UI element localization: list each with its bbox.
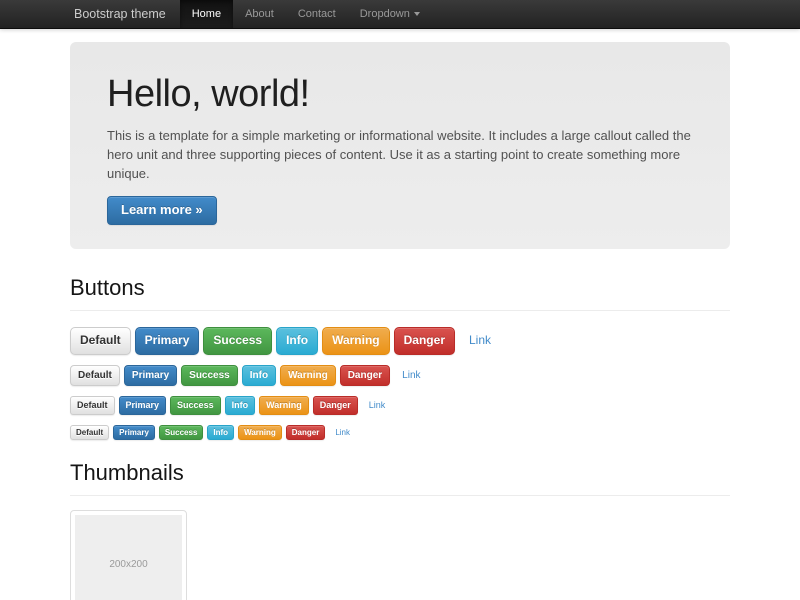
danger-button-large[interactable]: Danger xyxy=(394,327,455,355)
primary-button-xs[interactable]: Primary xyxy=(113,425,155,440)
primary-button-large[interactable]: Primary xyxy=(135,327,200,355)
button-row-large: Default Primary Success Info Warning Dan… xyxy=(70,327,730,355)
button-row-small: Default Primary Success Info Warning Dan… xyxy=(70,396,730,414)
thumbnails-section-heading: Thumbnails xyxy=(70,460,730,496)
info-button-xs[interactable]: Info xyxy=(207,425,234,440)
warning-button-default[interactable]: Warning xyxy=(280,365,336,387)
link-button-large[interactable]: Link xyxy=(459,327,501,355)
warning-button-xs[interactable]: Warning xyxy=(238,425,282,440)
hero-description: This is a template for a simple marketin… xyxy=(107,126,693,183)
hero-title: Hello, world! xyxy=(107,72,693,116)
buttons-section-heading: Buttons xyxy=(70,275,730,311)
nav-item-home[interactable]: Home xyxy=(180,0,233,28)
primary-button-small[interactable]: Primary xyxy=(119,396,167,414)
nav-item-contact[interactable]: Contact xyxy=(286,0,348,28)
success-button-large[interactable]: Success xyxy=(203,327,272,355)
success-button-xs[interactable]: Success xyxy=(159,425,203,440)
warning-button-large[interactable]: Warning xyxy=(322,327,390,355)
default-button-xs[interactable]: Default xyxy=(70,425,109,440)
hero-unit: Hello, world! This is a template for a s… xyxy=(70,42,730,249)
link-button-xs[interactable]: Link xyxy=(329,425,356,440)
button-row-extra-small: Default Primary Success Info Warning Dan… xyxy=(70,425,730,440)
navbar-inner: Bootstrap theme Home About Contact Dropd… xyxy=(70,0,730,28)
danger-button-xs[interactable]: Danger xyxy=(286,425,326,440)
default-button-large[interactable]: Default xyxy=(70,327,131,355)
navbar-brand[interactable]: Bootstrap theme xyxy=(70,0,170,28)
danger-button-small[interactable]: Danger xyxy=(313,396,358,414)
nav-item-dropdown[interactable]: Dropdown xyxy=(348,0,432,28)
success-button-default[interactable]: Success xyxy=(181,365,238,387)
navbar: Bootstrap theme Home About Contact Dropd… xyxy=(0,0,800,29)
warning-button-small[interactable]: Warning xyxy=(259,396,309,414)
button-row-default: Default Primary Success Info Warning Dan… xyxy=(70,365,730,387)
success-button-small[interactable]: Success xyxy=(170,396,221,414)
danger-button-default[interactable]: Danger xyxy=(340,365,390,387)
main-content: Hello, world! This is a template for a s… xyxy=(70,42,730,600)
default-button-default[interactable]: Default xyxy=(70,365,120,387)
thumbnail-placeholder-image: 200x200 xyxy=(75,515,182,600)
info-button-small[interactable]: Info xyxy=(225,396,256,414)
link-button-small[interactable]: Link xyxy=(362,396,393,414)
nav-item-dropdown-label: Dropdown xyxy=(360,8,410,20)
learn-more-button[interactable]: Learn more » xyxy=(107,196,217,225)
default-button-small[interactable]: Default xyxy=(70,396,115,414)
info-button-default[interactable]: Info xyxy=(242,365,276,387)
thumbnail[interactable]: 200x200 xyxy=(70,510,187,600)
nav-item-about[interactable]: About xyxy=(233,0,286,28)
info-button-large[interactable]: Info xyxy=(276,327,318,355)
caret-down-icon xyxy=(414,12,420,16)
primary-button-default[interactable]: Primary xyxy=(124,365,177,387)
link-button-default[interactable]: Link xyxy=(394,365,428,387)
